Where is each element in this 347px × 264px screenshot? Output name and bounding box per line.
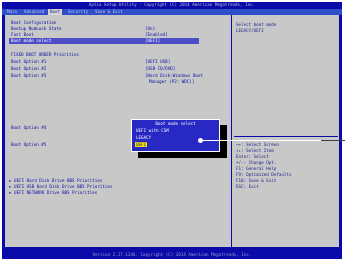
help-separator bbox=[234, 136, 338, 137]
help-key-change-opt: +/-: Change Opt. bbox=[236, 160, 277, 165]
help-key-save-exit: F10: Save & Exit bbox=[236, 178, 277, 183]
section-boot-configuration: Boot Configuration bbox=[11, 20, 57, 25]
submenu-hdd-bbs[interactable]: ► UEFI Hard Disk Drive BBS Priorities bbox=[9, 178, 102, 183]
boot-option-3-value-cont: Manager (P2: WDC)] bbox=[149, 79, 195, 84]
submenu-usb-hdd-bbs[interactable]: ► UEFI USB Hard Disk Drive BBS Prioritie… bbox=[9, 184, 112, 189]
boot-mode-popup: Boot mode select UEFI with CSM LEGACY UE… bbox=[131, 119, 220, 152]
help-key-optimized-defaults: F9: Optimized Defaults bbox=[236, 172, 292, 177]
boot-option-3-value[interactable]: [Hard Disk:Windows Boot bbox=[145, 73, 203, 78]
help-key-esc-exit: ESC: Exit bbox=[236, 184, 259, 189]
boot-option-2-value[interactable]: [USB CD/DVD] bbox=[145, 66, 175, 71]
boot-mode-row[interactable]: Boot mode select [UEFI] bbox=[9, 38, 199, 44]
boot-option-3-label: Boot Option #3 bbox=[11, 73, 47, 78]
popup-option-uefi[interactable]: UEFI bbox=[135, 142, 148, 148]
submenu-network-bbs[interactable]: ► UEFI NETWORK Drive BBS Priorities bbox=[9, 190, 97, 195]
boot-option-1-label: Boot Option #1 bbox=[11, 59, 47, 64]
help-key-select-screen: →←: Select Screen bbox=[236, 142, 279, 147]
panel-divider bbox=[231, 15, 232, 247]
boot-mode-value: [UEFI] bbox=[145, 38, 161, 43]
popup-option-legacy[interactable]: LEGACY bbox=[136, 135, 151, 140]
boot-mode-label: Boot mode select bbox=[11, 38, 52, 43]
fast-boot-value[interactable]: [Enabled] bbox=[145, 32, 168, 37]
boot-option-5-label: Boot Option #5 bbox=[11, 142, 47, 147]
callout-line bbox=[200, 140, 322, 141]
bios-screen: Aptio Setup Utility - Copyright (C) 2014… bbox=[2, 2, 342, 259]
bootup-numlock-value[interactable]: [On] bbox=[145, 26, 155, 31]
bootup-numlock-label: Bootup NumLock State bbox=[11, 26, 62, 31]
help-key-general-help: F1: General Help bbox=[236, 166, 277, 171]
footer-version: Version 2.17.1246. Copyright (C) 2014 Am… bbox=[92, 252, 252, 257]
fast-boot-label: Fast Boot bbox=[11, 32, 34, 37]
boot-option-4-label: Boot Option #4 bbox=[11, 125, 47, 130]
help-key-select-item: ↑↓: Select Item bbox=[236, 148, 274, 153]
callout-leader bbox=[321, 140, 345, 141]
help-key-enter: Enter: Select bbox=[236, 154, 269, 159]
section-boot-priorities: FIXED BOOT ORDER Priorities bbox=[11, 52, 80, 57]
help-description-line-1: Select boot mode bbox=[236, 22, 277, 27]
popup-title: Boot mode select bbox=[155, 121, 196, 126]
help-description-line-2: LEGACY/UEFI bbox=[236, 28, 264, 33]
boot-option-2-label: Boot Option #2 bbox=[11, 66, 47, 71]
popup-option-uefi-csm[interactable]: UEFI with CSM bbox=[136, 128, 169, 133]
boot-option-1-value[interactable]: [UEFI USB] bbox=[145, 59, 170, 64]
callout-dot-icon bbox=[198, 138, 203, 143]
